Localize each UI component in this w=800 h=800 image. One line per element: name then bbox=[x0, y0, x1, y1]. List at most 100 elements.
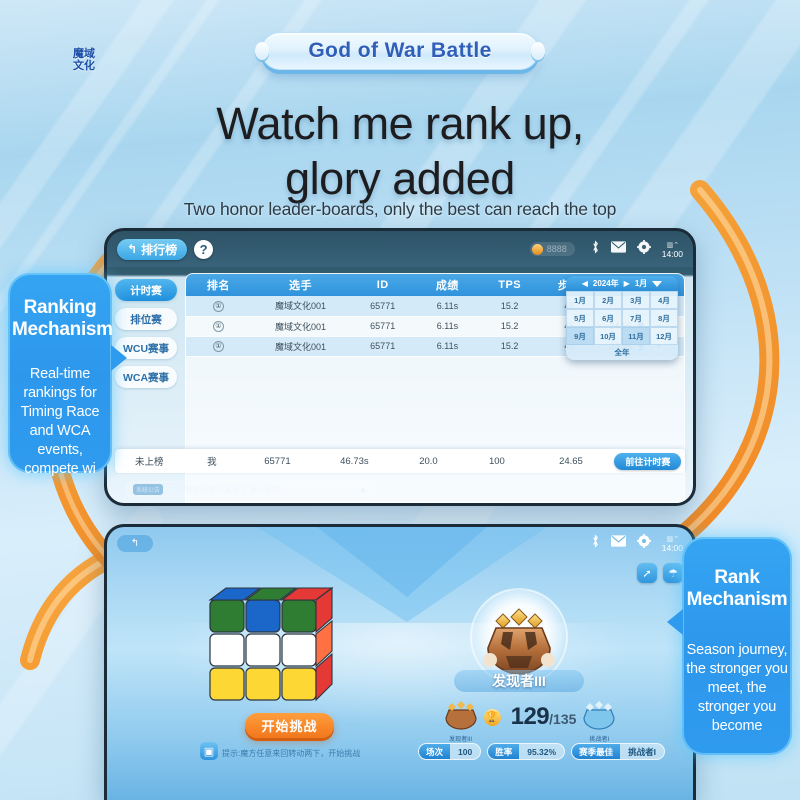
month-option-11[interactable]: 11月 bbox=[622, 327, 650, 345]
mail-icon[interactable] bbox=[610, 240, 626, 258]
gear-icon[interactable] bbox=[636, 239, 651, 259]
chevron-down-icon[interactable] bbox=[652, 280, 663, 287]
bluetooth-icon[interactable] bbox=[591, 239, 600, 259]
back-label: 排行榜 bbox=[141, 242, 178, 257]
my-steps: 100 bbox=[488, 455, 505, 467]
selected-year: 2024年 bbox=[592, 279, 619, 288]
subheadline: Two honor leader-boards, only the best c… bbox=[183, 199, 617, 219]
profile-icon[interactable]: ☂ bbox=[663, 563, 683, 583]
cell-player: 魔域文化001 bbox=[250, 316, 351, 337]
current-tier-badge: 发现者III bbox=[444, 700, 478, 743]
my-rank-footer-row: 未上榜 我 65771 46.73s 20.0 100 24.65 前往计时赛 bbox=[115, 449, 685, 473]
gear-icon[interactable] bbox=[636, 533, 651, 553]
headline-line-1: Watch me rank up, bbox=[216, 98, 584, 149]
stat-season-best: 赛季最佳 挑战者I bbox=[571, 743, 665, 760]
month-option-3[interactable]: 3月 bbox=[622, 291, 650, 309]
system-notice-bar[interactable]: 系统公告 用户 糖醋玩魔方 发起了“多人速拧… ▲ bbox=[125, 481, 375, 497]
cell-tps: 15.2 bbox=[479, 336, 540, 357]
phone2-topbar: ↰ ▥ ⌃ 14:00 bbox=[107, 527, 693, 559]
start-challenge-button[interactable]: 开始挑战 bbox=[245, 713, 334, 738]
go-to-timing-race-button[interactable]: 前往计时赛 bbox=[614, 452, 682, 470]
month-option-2[interactable]: 2月 bbox=[594, 291, 622, 309]
next-tier-badge: 挑战者I bbox=[582, 700, 616, 743]
prev-year-icon[interactable]: ◀ bbox=[582, 279, 588, 288]
callout-right-title: Rank Mechanism bbox=[686, 567, 788, 610]
back-button[interactable]: ↰ bbox=[117, 534, 153, 552]
stat-winrate-value: 95.32% bbox=[527, 746, 557, 757]
headline-line-2: glory added bbox=[285, 153, 515, 204]
phone2-system-icons: ▥ ⌃ 14:00 bbox=[591, 533, 683, 553]
tab-timing-race[interactable]: 计时赛 bbox=[115, 279, 177, 301]
col-rank: 排名 bbox=[186, 274, 251, 296]
cell-result: 6.11s bbox=[415, 336, 480, 357]
col-player: 选手 bbox=[250, 274, 351, 296]
month-picker-dropdown[interactable]: ◀ 2024年 ▶ 1月 1月 2月 3月 4月 5月 6月 7月 8月 9月 … bbox=[566, 276, 678, 360]
cell-id: 65771 bbox=[350, 316, 416, 337]
month-option-all-year[interactable]: 全年 bbox=[566, 345, 678, 360]
notice-tag: 系统公告 bbox=[133, 483, 164, 495]
mail-icon[interactable] bbox=[610, 534, 626, 552]
month-option-10[interactable]: 10月 bbox=[594, 327, 622, 345]
page-title-pill: God of War Battle bbox=[255, 32, 545, 70]
help-icon[interactable]: ? bbox=[194, 239, 214, 259]
cell-result: 6.11s bbox=[415, 316, 480, 337]
cell-id: 65771 bbox=[350, 336, 416, 357]
challenge-hint-text: 提示:魔方任意来回转动两下，开始挑战 bbox=[222, 749, 361, 758]
col-result: 成绩 bbox=[415, 274, 480, 296]
rank-badge: ① bbox=[212, 321, 224, 332]
cell-result: 6.11s bbox=[415, 296, 480, 317]
next-year-icon[interactable]: ▶ bbox=[624, 279, 630, 288]
phone1-topbar: ↰ 排行榜 ? 8888 ▥ ⌃ 14:00 bbox=[107, 231, 693, 267]
month-option-12[interactable]: 12月 bbox=[650, 327, 678, 345]
my-result: 46.73s bbox=[340, 455, 369, 467]
month-option-9[interactable]: 9月 bbox=[566, 327, 594, 345]
rank-title-label: 发现者III bbox=[454, 670, 584, 692]
battery-wifi-icons: ▥ ⌃ bbox=[666, 535, 679, 543]
chevron-up-icon[interactable]: ▲ bbox=[359, 485, 367, 494]
month-picker-header[interactable]: ◀ 2024年 ▶ 1月 bbox=[566, 276, 678, 291]
back-to-leaderboard-button[interactable]: ↰ 排行榜 bbox=[117, 238, 188, 260]
callout-rank-mechanism: Rank Mechanism Season journey, the stron… bbox=[667, 537, 792, 755]
battery-wifi-icons: ▥ ⌃ bbox=[666, 241, 679, 249]
callout-right-pointer bbox=[667, 609, 683, 635]
callout-left-pointer bbox=[111, 345, 127, 371]
coin-chip[interactable]: 8888 bbox=[529, 242, 575, 256]
cell-tps: 15.2 bbox=[479, 296, 540, 317]
month-option-6[interactable]: 6月 bbox=[594, 309, 622, 327]
rank-score-total: /135 bbox=[549, 711, 577, 727]
tab-ranked-race[interactable]: 排位赛 bbox=[115, 308, 177, 330]
my-tps: 20.0 bbox=[419, 455, 438, 467]
stat-season-best-value: 挑战者I bbox=[628, 746, 656, 757]
stat-season-best-key: 赛季最佳 bbox=[572, 744, 621, 759]
headline: Watch me rank up, glory added bbox=[0, 96, 800, 206]
phone2-side-buttons: ➚ ☂ bbox=[637, 563, 683, 583]
bluetooth-icon[interactable] bbox=[591, 533, 600, 553]
current-tier-label: 发现者III bbox=[449, 737, 473, 743]
trophy-icon: 🏆 bbox=[483, 708, 501, 726]
rank-stats-row: 场次 100 胜率 95.32% 赛季最佳 挑战者I bbox=[418, 743, 665, 760]
page-title: God of War Battle bbox=[308, 39, 492, 62]
rubiks-cube-image[interactable] bbox=[196, 584, 352, 716]
clock-time: 14:00 bbox=[661, 248, 683, 259]
coin-value: 8888 bbox=[546, 244, 567, 254]
month-option-7[interactable]: 7月 bbox=[622, 309, 650, 327]
notice-text: 用户 糖醋玩魔方 发起了“多人速拧… bbox=[168, 484, 288, 494]
back-arrow-icon: ↰ bbox=[127, 242, 138, 256]
callout-right-body: Season journey, the stronger you meet, t… bbox=[686, 642, 788, 734]
callout-ranking-mechanism: Ranking Mechanism Real-time rankings for… bbox=[8, 273, 127, 477]
cell-id: 65771 bbox=[350, 296, 416, 317]
stat-matches-key: 场次 bbox=[419, 744, 451, 759]
cube-logo-line-1: 魔域 bbox=[73, 48, 95, 60]
clock-time: 14:00 bbox=[661, 542, 683, 553]
rank-badge: ① bbox=[212, 300, 224, 312]
month-option-1[interactable]: 1月 bbox=[566, 291, 594, 309]
callout-left-body: Real-time rankings for Timing Race and W… bbox=[20, 366, 100, 477]
cell-tps: 15.2 bbox=[479, 316, 540, 337]
month-option-5[interactable]: 5月 bbox=[566, 309, 594, 327]
next-tier-label: 挑战者I bbox=[589, 737, 610, 743]
rank-progress-row: 发现者III 🏆 129 /135 挑战者I bbox=[424, 697, 636, 743]
month-option-4[interactable]: 4月 bbox=[650, 291, 678, 309]
rank-badge: ① bbox=[212, 341, 224, 352]
share-icon[interactable]: ➚ bbox=[637, 563, 657, 583]
month-option-8[interactable]: 8月 bbox=[650, 309, 678, 327]
